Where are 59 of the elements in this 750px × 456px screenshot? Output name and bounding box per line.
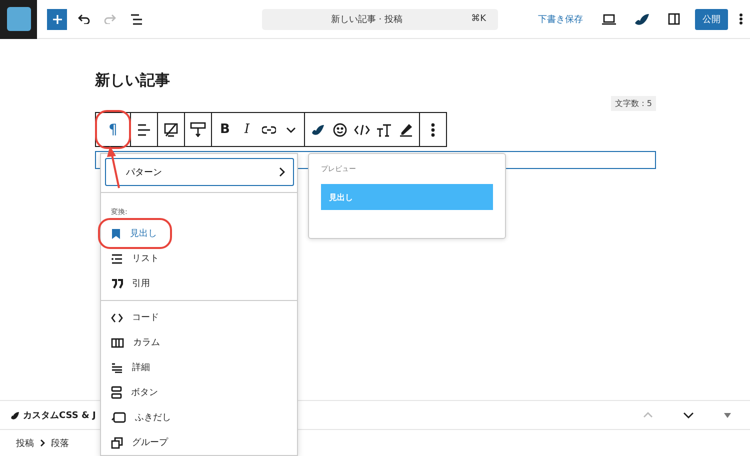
breadcrumb-link[interactable]: 段落 [51,436,69,450]
link-icon[interactable] [262,124,276,134]
toolbar-button[interactable]: B [214,113,236,146]
chevron-right-icon [40,439,45,447]
menu-item[interactable]: リスト [101,246,297,271]
undo-icon[interactable] [78,14,90,24]
chevron-down-icon[interactable] [286,126,296,132]
group-icon [111,436,123,448]
chevron-right-icon [279,167,285,177]
details-icon [111,362,123,372]
bookmark-icon [111,228,121,240]
align-icon[interactable] [137,124,151,136]
word-count-badge: 文字数 : 5 [611,96,656,111]
list-view-icon[interactable] [130,14,144,24]
spacing-icon[interactable] [190,122,206,138]
save-draft-link[interactable]: 下書き保存 [538,12,583,26]
photo-placeholder [6,7,31,31]
panel-title: カスタムCSS & J [23,410,96,422]
highlighter-icon[interactable] [399,122,413,136]
command-search-field[interactable]: 新しい記事 · 投稿 ⌘K [262,8,498,30]
plus-icon [52,14,63,24]
smiley-icon[interactable] [333,122,347,136]
code-icon[interactable] [354,124,370,136]
document-title: 新しい記事 · 投稿 [330,14,404,26]
leaf-icon[interactable] [311,124,325,136]
patterns-menu-item[interactable]: パターン [105,158,294,186]
toolbar-button[interactable]: I [236,113,258,146]
menu-item[interactable]: グループ [101,430,297,455]
menu-item[interactable]: ボタン [101,380,297,405]
more-vertical-icon[interactable] [431,122,435,136]
sidebar-toggle-icon[interactable] [668,13,680,25]
leaf-icon[interactable] [634,12,650,26]
publish-button[interactable]: 公開 [695,8,728,30]
text-size-icon[interactable] [376,122,392,136]
code-icon [111,312,123,322]
caret-down-icon[interactable] [724,412,731,418]
monitor-slash-icon[interactable] [163,122,179,136]
chevron-down-icon[interactable] [683,412,694,418]
menu-item[interactable]: 引用 [101,271,297,296]
buttons-icon [111,386,122,399]
add-block-button[interactable] [47,8,68,30]
list-icon [111,254,123,264]
breadcrumb-link[interactable]: 投稿 [16,436,34,450]
site-logo[interactable] [0,0,38,38]
leaf-icon [10,410,20,420]
laptop-icon[interactable] [602,14,616,24]
keyboard-shortcut: ⌘K [471,14,486,24]
menu-item[interactable]: 詳細 [101,355,297,380]
quote-icon [111,278,123,288]
heading-preview: 見出し [321,184,493,210]
more-vertical-icon[interactable] [739,13,743,25]
columns-icon [111,338,124,348]
speech-balloon-icon [111,412,126,423]
menu-item[interactable]: 見出し [101,221,297,246]
menu-item[interactable]: カラム [101,330,297,355]
menu-item[interactable]: コード [101,305,297,330]
menu-item[interactable]: ふきだし [101,405,297,430]
toolbar-button[interactable]: ¶ [98,113,128,146]
post-title[interactable]: 新しい記事 [95,69,656,91]
